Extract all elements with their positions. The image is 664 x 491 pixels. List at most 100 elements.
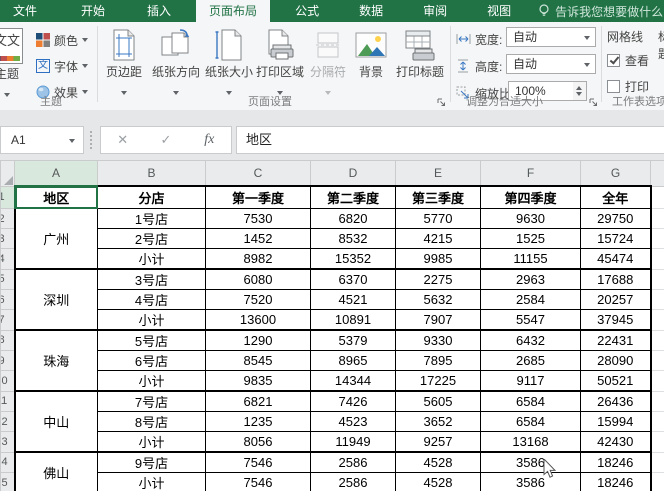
region-cell[interactable]: 中山 <box>13 390 98 453</box>
cell[interactable]: 6432 <box>480 329 581 351</box>
cell[interactable]: 4528 <box>395 472 481 491</box>
cell[interactable]: 14344 <box>310 370 396 392</box>
cell[interactable]: 11949 <box>310 431 396 453</box>
insert-function-button[interactable]: fx <box>188 132 231 148</box>
cell[interactable]: 6820 <box>310 208 396 229</box>
cell[interactable]: 13600 <box>205 309 311 331</box>
row-header[interactable]: 9 <box>0 350 15 371</box>
row-header[interactable]: 6 <box>0 289 15 310</box>
row-header[interactable]: 15 <box>0 472 15 491</box>
region-cell[interactable]: 广州 <box>13 208 98 270</box>
cell[interactable] <box>650 411 664 432</box>
orientation-button[interactable]: 纸张方向 <box>149 26 203 104</box>
cell[interactable]: 全年 <box>580 185 652 209</box>
cell[interactable]: 18246 <box>580 451 652 473</box>
row-header[interactable]: 10 <box>0 370 15 392</box>
cancel-button[interactable]: ✕ <box>101 132 144 148</box>
cell[interactable]: 9985 <box>395 248 481 270</box>
spinner-down-icon[interactable] <box>576 92 582 96</box>
cell[interactable]: 5号店 <box>97 329 206 351</box>
tab-home[interactable]: 开始 <box>68 0 118 22</box>
enter-button[interactable]: ✓ <box>144 132 187 148</box>
row-header[interactable]: 11 <box>0 390 15 412</box>
cell[interactable]: 42430 <box>580 431 652 453</box>
cell[interactable]: 4523 <box>310 411 396 432</box>
cell[interactable]: 小计 <box>97 248 206 270</box>
cell[interactable] <box>650 248 664 270</box>
col-header-B[interactable]: B <box>97 160 206 187</box>
cell[interactable] <box>650 451 664 473</box>
col-header-C[interactable]: C <box>205 160 311 187</box>
height-combobox[interactable]: 自动 <box>506 54 596 74</box>
col-header-E[interactable]: E <box>395 160 481 187</box>
cell[interactable]: 5547 <box>480 309 581 331</box>
formula-bar-splitter[interactable] <box>90 131 94 149</box>
cell-A1-active[interactable]: 地区 <box>13 185 98 209</box>
cell[interactable] <box>650 431 664 453</box>
cell[interactable]: 8545 <box>205 350 311 371</box>
cell[interactable]: 7546 <box>205 472 311 491</box>
cell[interactable] <box>650 390 664 412</box>
cell[interactable] <box>650 228 664 249</box>
cell[interactable]: 6584 <box>480 411 581 432</box>
spinner-up-icon[interactable] <box>576 86 582 90</box>
cell[interactable]: 7530 <box>205 208 311 229</box>
cell[interactable]: 2275 <box>395 268 481 290</box>
cell[interactable]: 8965 <box>310 350 396 371</box>
cell[interactable]: 9117 <box>480 370 581 392</box>
cell[interactable]: 小计 <box>97 370 206 392</box>
cell[interactable]: 6号店 <box>97 350 206 371</box>
cell[interactable]: 4215 <box>395 228 481 249</box>
gridlines-view-checkbox[interactable]: 查看 <box>607 52 649 69</box>
row-header[interactable]: 14 <box>0 451 15 473</box>
cell[interactable] <box>650 289 664 310</box>
cell[interactable] <box>650 370 664 392</box>
cell[interactable]: 7426 <box>310 390 396 412</box>
scale-dialog-launcher[interactable] <box>588 97 599 108</box>
cell[interactable]: 小计 <box>97 431 206 453</box>
select-all-corner[interactable] <box>0 160 15 187</box>
cell[interactable]: 6584 <box>480 390 581 412</box>
row-header[interactable]: 2 <box>0 208 15 229</box>
cell[interactable]: 1452 <box>205 228 311 249</box>
cell[interactable]: 11155 <box>480 248 581 270</box>
cell[interactable]: 第一季度 <box>205 185 311 209</box>
tab-data[interactable]: 数据 <box>346 0 396 22</box>
tab-insert[interactable]: 插入 <box>134 0 184 22</box>
cell[interactable]: 15994 <box>580 411 652 432</box>
col-header-A[interactable]: A <box>14 160 98 187</box>
cell[interactable] <box>650 309 664 331</box>
tell-me-box[interactable]: 告诉我您想要做什么... <box>538 0 664 22</box>
tab-formulas[interactable]: 公式 <box>282 0 332 22</box>
cell[interactable]: 1525 <box>480 228 581 249</box>
cell[interactable]: 3586 <box>480 451 581 473</box>
cell[interactable]: 9630 <box>480 208 581 229</box>
scale-percent-spinner[interactable] <box>573 81 587 101</box>
cell[interactable]: 22431 <box>580 329 652 351</box>
cell[interactable]: 9835 <box>205 370 311 392</box>
cell[interactable]: 4号店 <box>97 289 206 310</box>
cell[interactable]: 3号店 <box>97 268 206 290</box>
theme-fonts-button[interactable]: 文 字体 <box>36 56 89 76</box>
cell[interactable]: 7546 <box>205 451 311 473</box>
cell[interactable]: 6370 <box>310 268 396 290</box>
paper-size-button[interactable]: 纸张大小 <box>204 26 254 104</box>
cell[interactable]: 10891 <box>310 309 396 331</box>
cell[interactable] <box>650 329 664 351</box>
cell[interactable] <box>650 185 664 209</box>
cell[interactable]: 小计 <box>97 472 206 491</box>
checkbox-checked-icon[interactable] <box>607 54 620 67</box>
formula-input[interactable]: 地区 <box>236 126 664 154</box>
cell[interactable]: 50521 <box>580 370 652 392</box>
cell[interactable]: 5605 <box>395 390 481 412</box>
cell[interactable]: 6080 <box>205 268 311 290</box>
tab-page-layout[interactable]: 页面布局 <box>196 0 271 22</box>
region-cell[interactable]: 珠海 <box>13 329 98 392</box>
background-button[interactable]: 背景 <box>351 26 391 104</box>
cell[interactable]: 1235 <box>205 411 311 432</box>
cell[interactable]: 7520 <box>205 289 311 310</box>
print-titles-button[interactable]: 打印标题 <box>392 26 448 104</box>
cell[interactable]: 45474 <box>580 248 652 270</box>
cell[interactable]: 第二季度 <box>310 185 396 209</box>
cell[interactable]: 37945 <box>580 309 652 331</box>
